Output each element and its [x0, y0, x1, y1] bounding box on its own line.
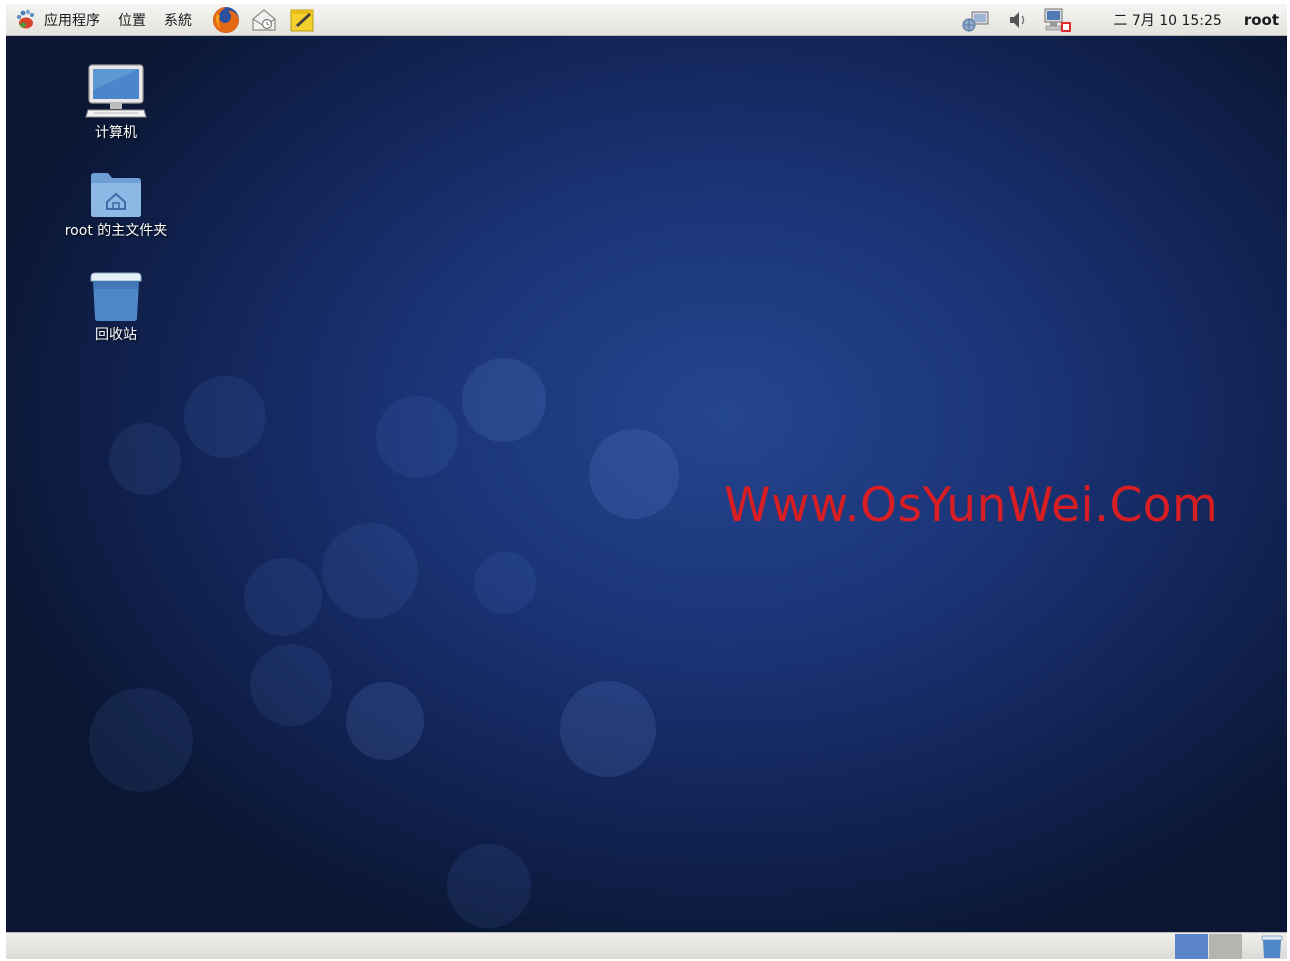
clock[interactable]: 二 7月 10 15:25	[1103, 10, 1231, 30]
background-bokeh	[109, 423, 181, 495]
system-menu-label: 系統	[164, 12, 192, 29]
software-update-icon[interactable]	[1042, 6, 1072, 34]
notes-launcher[interactable]	[287, 5, 317, 35]
computer-icon	[84, 64, 148, 120]
applications-menu[interactable]: 应用程序	[6, 4, 109, 36]
background-bokeh	[560, 681, 656, 777]
watermark-text: Www.OsYunWei.Com	[724, 478, 1219, 533]
gnome-foot-icon	[14, 9, 38, 31]
desktop-icon-label: 回收站	[95, 327, 137, 343]
background-bokeh	[322, 523, 418, 619]
firefox-icon	[211, 5, 241, 35]
desktop-icon-label: root 的主文件夹	[64, 223, 168, 239]
places-menu[interactable]: 位置	[109, 4, 155, 36]
desktop-icon-home-folder[interactable]: root 的主文件夹	[46, 170, 186, 240]
background-bokeh	[462, 358, 546, 442]
system-tray: 二 7月 10 15:25 root	[957, 4, 1287, 36]
panel-trash-icon[interactable]	[1260, 934, 1284, 959]
desktop-background[interactable]: 计算机 root 的主文件夹 回收站 Www.OsYunWei.Com	[6, 36, 1287, 932]
background-bokeh	[589, 429, 679, 519]
volume-icon[interactable]	[1002, 6, 1032, 34]
desktop-icon-computer[interactable]: 计算机	[46, 64, 186, 142]
mail-launcher[interactable]	[249, 5, 279, 35]
top-panel: 应用程序 位置 系統 二 7月 10 15:25 root	[6, 4, 1287, 36]
desktop-icon-label: 计算机	[95, 125, 137, 141]
workspace-switcher-2[interactable]	[1209, 934, 1242, 959]
home-folder-icon	[88, 170, 144, 218]
network-connection-icon[interactable]	[962, 6, 992, 34]
user-menu[interactable]: root	[1232, 11, 1287, 29]
firefox-launcher[interactable]	[211, 5, 241, 35]
desktop-icon-trash[interactable]: 回收站	[46, 272, 186, 344]
places-menu-label: 位置	[118, 12, 146, 29]
notes-icon	[287, 5, 317, 35]
system-menu[interactable]: 系統	[155, 4, 201, 36]
trash-icon	[88, 272, 144, 322]
background-bokeh	[346, 682, 424, 760]
background-bokeh	[244, 558, 322, 636]
background-bokeh	[184, 376, 266, 458]
screen: 应用程序 位置 系統 二 7月 10 15:25 root 计算机 root 的…	[6, 4, 1287, 959]
bottom-panel	[6, 932, 1287, 959]
background-bokeh	[376, 396, 458, 478]
background-bokeh	[89, 688, 193, 792]
workspace-switcher-1[interactable]	[1175, 934, 1208, 959]
background-bokeh	[474, 552, 536, 614]
applications-menu-label: 应用程序	[44, 12, 100, 29]
mail-icon	[249, 5, 279, 35]
background-bokeh	[250, 644, 332, 726]
background-bokeh	[447, 844, 531, 928]
